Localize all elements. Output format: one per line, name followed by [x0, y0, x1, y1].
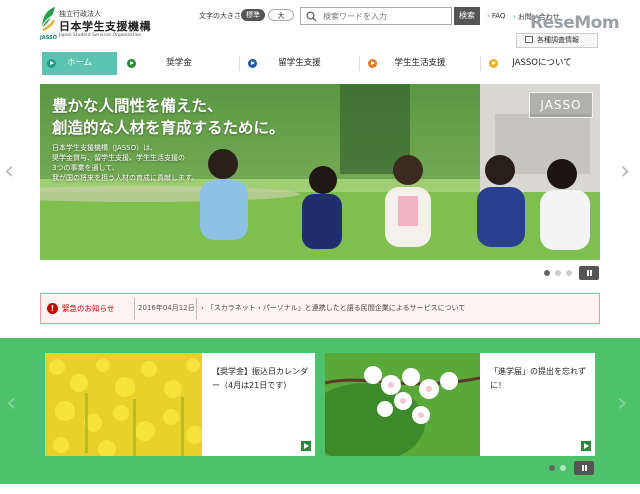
survey-info-button[interactable]: 各種調査情報: [516, 33, 598, 48]
hero-body-line: 3つの事業を通して、: [52, 164, 119, 172]
logo-abbr: JASSO: [40, 35, 57, 41]
hero-body-line: 奨学金貸与、留学生支援、学生生活支援の: [52, 154, 185, 162]
nav-scholarship-label: 奨学金: [166, 58, 192, 68]
hero-slide[interactable]: 豊かな人間性を備えた、 創造的な人材を育成するために。 日本学生支援機構（JAS…: [40, 84, 600, 260]
emergency-notice: ! 緊急のお知らせ 2016年04月12日 「スカラネット・パーソナル」と連携し…: [40, 293, 600, 324]
jasso-leaf-icon: [41, 7, 55, 31]
search-box: [300, 7, 452, 25]
hero-description: 日本学生支援機構（JASSO）は、 奨学金貸与、留学生支援、学生生活支援の 3つ…: [52, 143, 198, 183]
hero-body-line: 日本学生支援機構（JASSO）は、: [52, 144, 158, 152]
jasso-logo[interactable]: JASSO 独立行政法人 日本学生支援機構 Japan Student Serv…: [40, 6, 151, 42]
faq-link[interactable]: FAQ: [487, 12, 506, 20]
hero-carousel-dot-1[interactable]: [544, 270, 550, 276]
emergency-link[interactable]: 「スカラネット・パーソナル」と連携したと語る民間企業によるサービスについて: [201, 294, 466, 323]
nav-divider: [239, 56, 240, 71]
hero-next-arrow[interactable]: ›: [620, 158, 630, 184]
emergency-date: 2016年04月12日: [138, 304, 195, 312]
logo-english: Japan Student Services Organization: [59, 33, 142, 38]
hero-title-line1: 豊かな人間性を備えた、: [52, 97, 223, 115]
emergency-label: ! 緊急のお知らせ: [41, 294, 131, 323]
emergency-divider: [196, 298, 197, 319]
banner-area: 【奨学金】振込日カレンダー（4月は21日です） 「進学届」の提出を忘れずに！: [0, 338, 640, 484]
resemom-watermark: ReseMom: [530, 13, 620, 33]
hero-title: 豊かな人間性を備えた、 創造的な人材を育成するために。: [52, 95, 285, 139]
hero-prev-arrow[interactable]: ‹: [4, 158, 14, 184]
font-size-standard-button[interactable]: 標準: [241, 9, 265, 21]
rapeseed-photo: [45, 353, 202, 456]
survey-info-label: 各種調査情報: [537, 36, 579, 44]
banner-calendar-text: 【奨学金】振込日カレンダー（4月は21日です）: [212, 367, 308, 390]
nav-scholarship[interactable]: 奨学金: [122, 52, 236, 75]
banner-pause-button[interactable]: [574, 461, 594, 475]
banner-card-calendar[interactable]: 【奨学金】振込日カレンダー（4月は21日です）: [45, 353, 315, 456]
hero-pause-button[interactable]: [579, 266, 599, 280]
logo-title: 日本学生支援機構: [59, 20, 151, 33]
nav-student-life[interactable]: 学生生活支援: [363, 52, 477, 75]
banner-card-enrollment[interactable]: 「進学届」の提出を忘れずに！: [325, 353, 595, 456]
search-button[interactable]: 検索: [454, 7, 480, 25]
hero-title-line2: 創造的な人材を育成するために。: [52, 119, 285, 137]
nav-divider: [480, 56, 481, 71]
hero-jasso-badge: JASSO: [529, 92, 593, 118]
emergency-divider: [134, 298, 135, 319]
nav-divider: [359, 56, 360, 71]
search-input[interactable]: [323, 10, 447, 22]
nav-international-label: 留学生支援: [278, 58, 321, 68]
banner-carousel-dot-1[interactable]: [549, 465, 555, 471]
hero-carousel-dot-3[interactable]: [566, 270, 572, 276]
cherry-blossom-photo: [325, 353, 480, 456]
arrow-right-icon: [581, 441, 591, 451]
search-icon: [306, 11, 317, 22]
nav-international[interactable]: 留学生支援: [243, 52, 356, 75]
banner-enrollment-text: 「進学届」の提出を忘れずに！: [490, 367, 586, 390]
banner-prev-arrow[interactable]: ‹: [6, 390, 16, 416]
nav-home[interactable]: ホーム: [42, 52, 117, 75]
global-nav: ホーム 奨学金 留学生支援 学生生活支援 JASSOについて: [40, 52, 600, 75]
nav-student-life-label: 学生生活支援: [394, 58, 446, 68]
emergency-label-text: 緊急のお知らせ: [62, 304, 115, 313]
nav-home-label: ホーム: [66, 58, 93, 68]
hero-body-line: 我が国の将来を担う人材の育成に貢献します。: [52, 174, 199, 182]
alert-icon: !: [47, 303, 58, 314]
arrow-right-icon: [301, 441, 311, 451]
banner-next-arrow[interactable]: ›: [617, 390, 627, 416]
nav-about[interactable]: JASSOについて: [484, 52, 600, 75]
font-size-large-button[interactable]: 大: [268, 9, 294, 21]
hero-carousel-dot-2[interactable]: [555, 270, 561, 276]
font-size-label: 文字の大きさ: [199, 12, 241, 20]
banner-carousel-dot-2[interactable]: [560, 465, 566, 471]
nav-about-label: JASSOについて: [512, 58, 572, 68]
document-icon: [525, 36, 533, 43]
site-header: JASSO 独立行政法人 日本学生支援機構 Japan Student Serv…: [0, 0, 640, 48]
